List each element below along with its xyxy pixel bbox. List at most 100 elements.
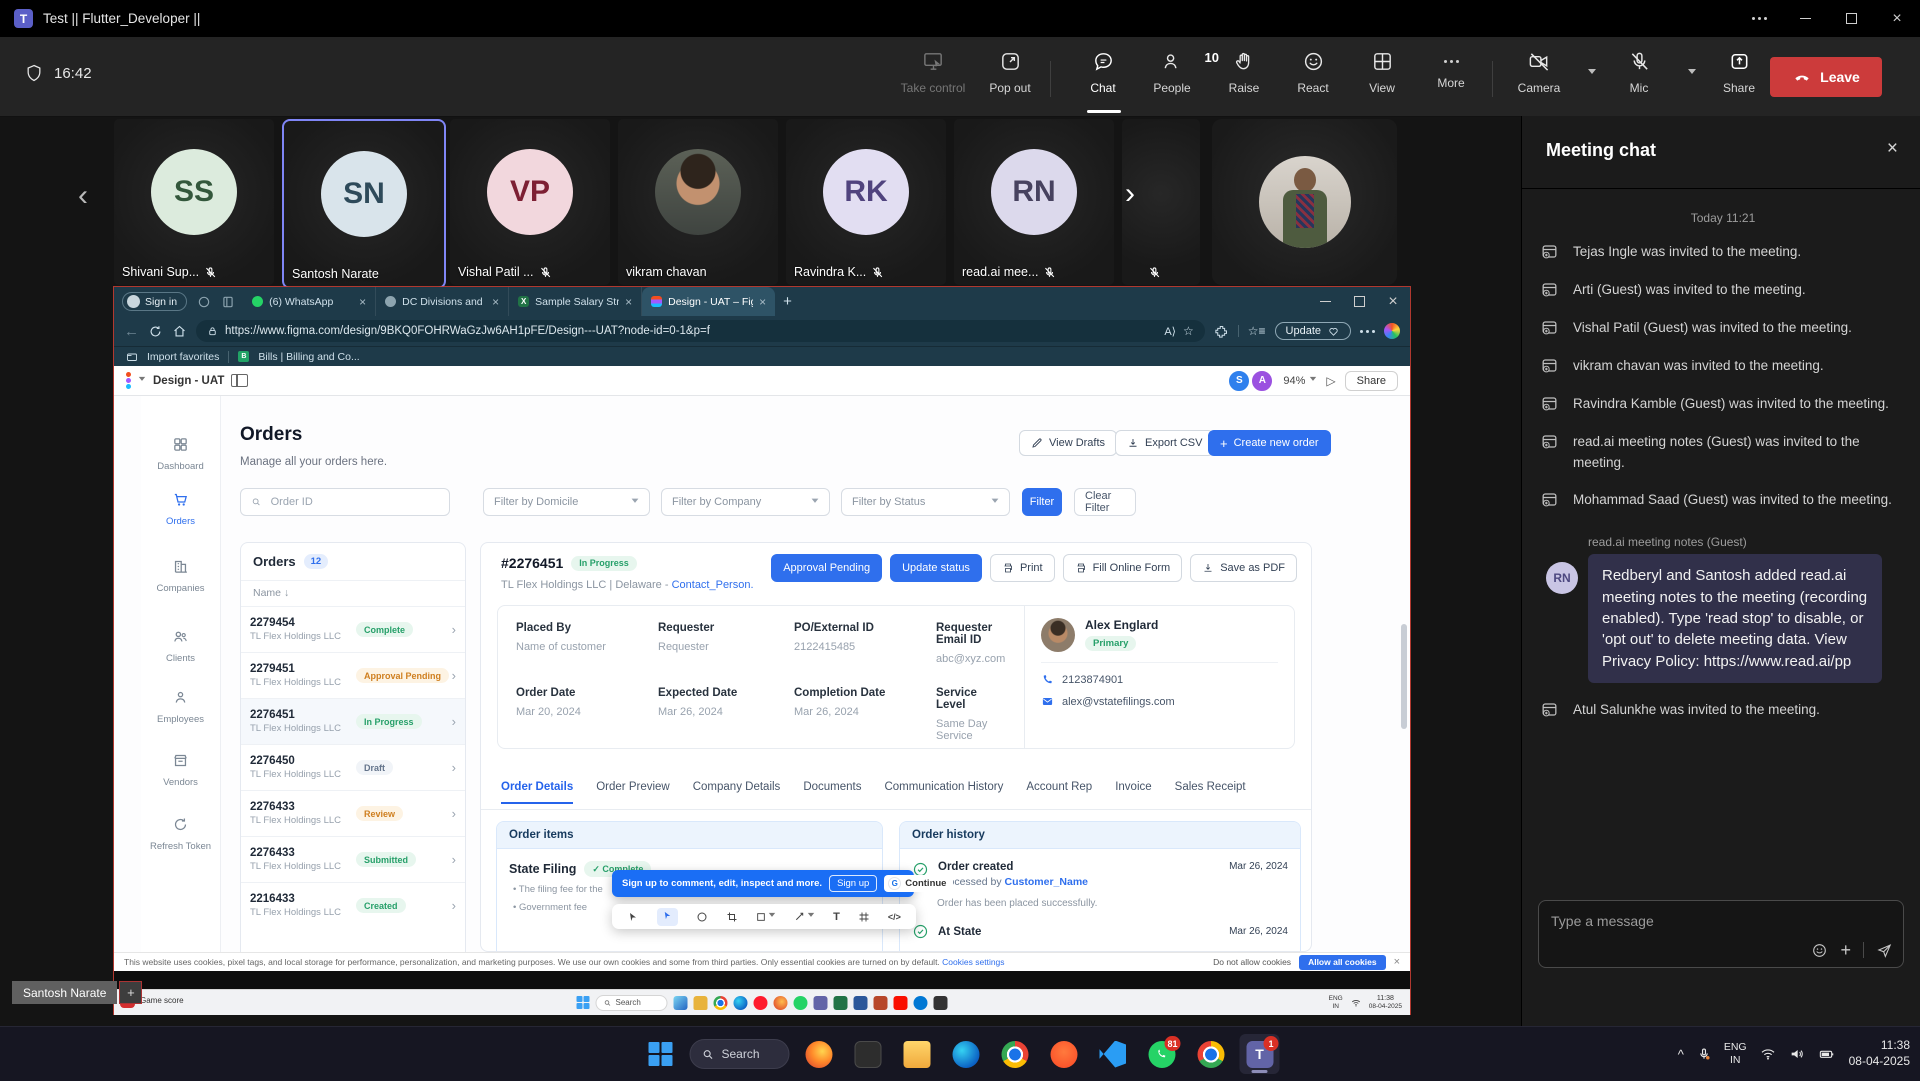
mic-options-chevron-icon[interactable]	[1688, 69, 1696, 78]
participant-tile[interactable]: vikram chavan	[618, 119, 778, 285]
minimize-button[interactable]	[1782, 0, 1828, 37]
start-icon[interactable]	[577, 996, 590, 1009]
tab-close-icon[interactable]: ×	[625, 295, 632, 309]
export-csv-button[interactable]: Export CSV	[1115, 430, 1214, 456]
collaborator-avatar[interactable]: S	[1227, 369, 1251, 393]
wifi-icon[interactable]	[1760, 1046, 1776, 1062]
copilot-icon[interactable]	[1384, 323, 1400, 339]
tab-order-preview[interactable]: Order Preview	[596, 781, 670, 804]
tiles-prev-icon[interactable]: ‹	[78, 181, 88, 211]
code-tool-icon[interactable]: </>	[888, 912, 901, 922]
favorites-list-icon[interactable]: ☆≡	[1248, 324, 1266, 338]
tab-close-icon[interactable]: ×	[359, 295, 366, 309]
excel-icon[interactable]	[834, 996, 848, 1010]
battery-icon[interactable]	[1818, 1046, 1836, 1062]
tab-order-details[interactable]: Order Details	[501, 781, 573, 804]
new-tab-icon[interactable]: +	[783, 293, 792, 310]
browser-tab-whatsapp[interactable]: (6) WhatsApp×	[243, 287, 376, 316]
text-tool-icon[interactable]: T	[833, 911, 840, 923]
vertical-tabs-icon[interactable]	[221, 295, 235, 309]
camera-options-chevron-icon[interactable]	[1588, 69, 1596, 78]
tab-close-icon[interactable]: ×	[492, 295, 499, 309]
send-icon[interactable]	[1876, 942, 1893, 959]
figma-menu-chevron-icon[interactable]	[139, 377, 145, 384]
browser-signin-button[interactable]: Sign in	[122, 292, 187, 311]
teams-icon[interactable]	[814, 996, 828, 1010]
order-row[interactable]: 2279451TL Flex Holdings LLC Approval Pen…	[241, 652, 465, 698]
layers-panel-icon[interactable]	[231, 374, 248, 387]
app-icon[interactable]	[674, 996, 688, 1010]
titlebar-more-icon[interactable]	[1736, 0, 1782, 37]
present-icon[interactable]: ▷	[1326, 374, 1335, 388]
edge-icon[interactable]	[734, 996, 748, 1010]
mic-in-use-icon[interactable]	[1697, 1047, 1711, 1061]
filter-status-select[interactable]: Filter by Status	[841, 488, 1010, 516]
allow-cookies-button[interactable]: Allow all cookies	[1299, 955, 1386, 970]
tab-communication-history[interactable]: Communication History	[884, 781, 1003, 804]
sidebar-item-employees[interactable]: Employees	[141, 689, 220, 725]
sidebar-item-clients[interactable]: Clients	[141, 628, 220, 664]
whatsapp-icon[interactable]	[794, 996, 808, 1010]
inner-clock[interactable]: 11:3808-04-2025	[1369, 995, 1402, 1011]
edge-button[interactable]	[946, 1034, 986, 1074]
deny-cookies-button[interactable]: Do not allow cookies	[1213, 957, 1291, 967]
sidebar-item-vendors[interactable]: Vendors	[141, 752, 220, 788]
language-indicator[interactable]: ENGIN	[1724, 1041, 1747, 1067]
participant-tile-active[interactable]: SN Santosh Narate	[282, 119, 446, 289]
zoom-control[interactable]: 94%	[1283, 375, 1317, 387]
order-row[interactable]: 2279454TL Flex Holdings LLC Complete ›	[241, 606, 465, 652]
file-explorer-button[interactable]	[897, 1034, 937, 1074]
favorite-star-icon[interactable]: ☆	[1183, 324, 1194, 338]
teams-button[interactable]: T 1	[1240, 1034, 1280, 1074]
figma-share-button[interactable]: Share	[1345, 371, 1398, 391]
leave-button[interactable]: Leave	[1770, 57, 1882, 97]
fill-online-form-button[interactable]: Fill Online Form	[1063, 554, 1183, 582]
filter-company-select[interactable]: Filter by Company	[661, 488, 830, 516]
canvas-scrollbar[interactable]	[1401, 624, 1407, 729]
word-icon[interactable]	[854, 996, 868, 1010]
tiles-next-icon[interactable]: ›	[1125, 179, 1135, 209]
terminal-button[interactable]	[848, 1034, 888, 1074]
mic-button[interactable]: Mic	[1608, 50, 1670, 95]
browser-close-button[interactable]: ×	[1376, 287, 1410, 316]
share-screen-button[interactable]: Share	[1703, 50, 1775, 95]
tab-account-rep[interactable]: Account Rep	[1026, 781, 1092, 804]
more-button[interactable]: More	[1415, 50, 1487, 90]
refresh-icon[interactable]	[148, 324, 163, 339]
browser-tab-figma-active[interactable]: Design - UAT – Figma×	[642, 287, 775, 316]
powerpoint-icon[interactable]	[874, 996, 888, 1010]
tab-close-icon[interactable]: ×	[759, 295, 766, 309]
search-box[interactable]: Search	[596, 995, 668, 1011]
acrobat-icon[interactable]	[894, 996, 908, 1010]
sidebar-item-refresh-token[interactable]: Refresh Token	[141, 816, 220, 852]
browser-minimize-button[interactable]	[1308, 287, 1342, 316]
outlook-icon[interactable]	[914, 996, 928, 1010]
chat-message-input[interactable]	[1539, 905, 1903, 937]
pop-out-button[interactable]: Pop out	[974, 50, 1046, 95]
contact-email[interactable]: alex@vstatefilings.com	[1041, 695, 1278, 708]
vscode-button[interactable]	[1093, 1034, 1133, 1074]
browser-update-button[interactable]: Update	[1275, 322, 1351, 340]
view-drafts-button[interactable]: View Drafts	[1019, 430, 1117, 456]
inner-language-indicator[interactable]: ENGIN	[1329, 995, 1343, 1010]
order-row[interactable]: 2216433TL Flex Holdings LLC Created ›	[241, 882, 465, 928]
terminal-icon[interactable]	[934, 996, 948, 1010]
address-bar[interactable]: https://www.figma.com/design/9BKQ0FOHRWa…	[196, 320, 1205, 342]
order-id-search[interactable]	[240, 488, 450, 516]
browser-maximize-button[interactable]	[1342, 287, 1376, 316]
chrome-profile-button[interactable]	[1191, 1034, 1231, 1074]
tab-documents[interactable]: Documents	[803, 781, 861, 804]
opera-icon[interactable]	[754, 996, 768, 1010]
participant-tile[interactable]: SS Shivani Sup...	[114, 119, 274, 285]
volume-icon[interactable]	[1789, 1046, 1805, 1062]
people-button[interactable]: 10 People	[1136, 50, 1208, 95]
create-new-order-button[interactable]: + Create new order	[1208, 430, 1331, 456]
presenter-add-icon[interactable]: +	[119, 981, 142, 1004]
move-tool-icon[interactable]	[657, 908, 678, 926]
connector-tool-icon[interactable]	[794, 911, 815, 922]
read-aloud-icon[interactable]: A⟩	[1164, 325, 1176, 338]
crop-tool-icon[interactable]	[726, 911, 738, 923]
participant-tile[interactable]: VP Vishal Patil ...	[450, 119, 610, 285]
order-id-input[interactable]	[269, 495, 439, 509]
workspaces-icon[interactable]	[197, 295, 211, 309]
